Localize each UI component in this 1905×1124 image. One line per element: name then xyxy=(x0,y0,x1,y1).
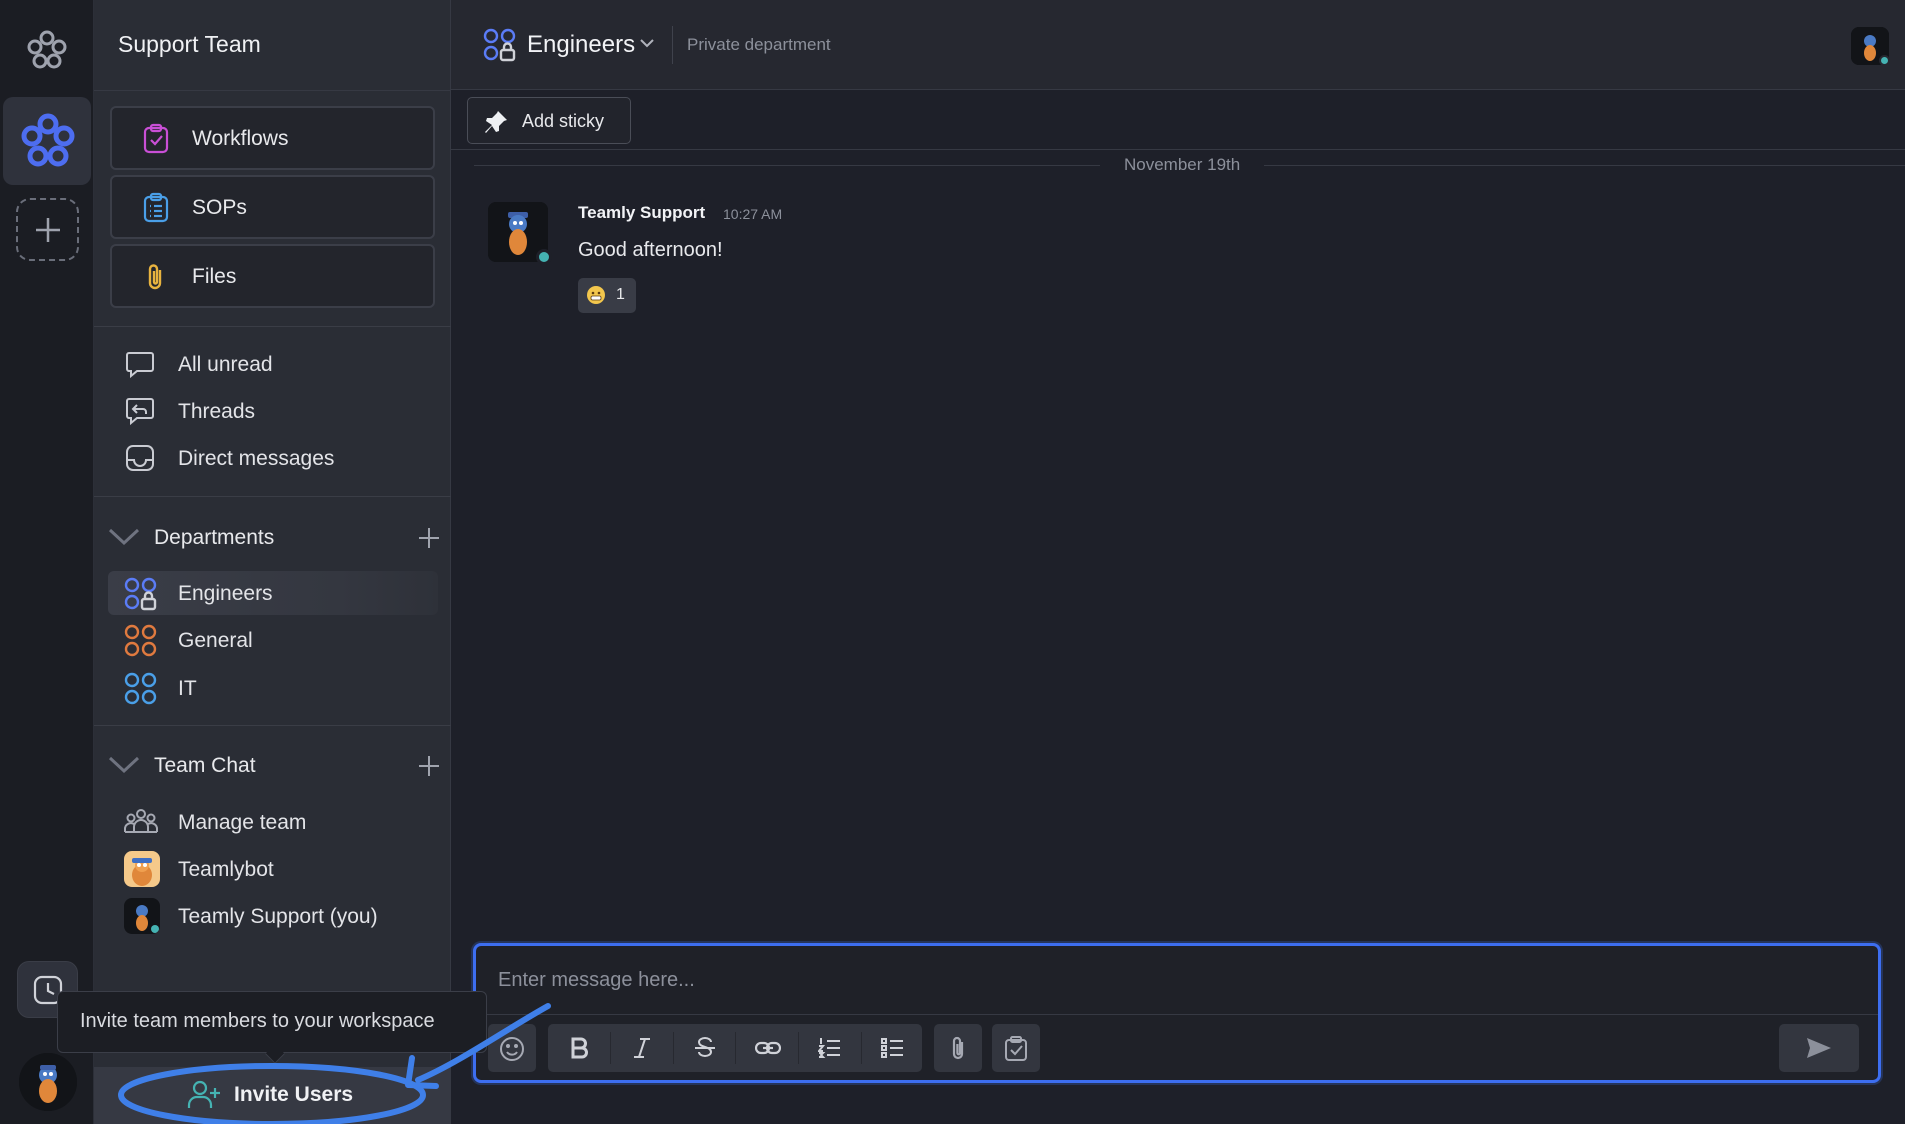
emoji-button[interactable] xyxy=(488,1024,536,1072)
link-button[interactable] xyxy=(736,1024,798,1072)
channel-visibility: Private department xyxy=(687,35,831,54)
user-avatar[interactable] xyxy=(19,1053,77,1111)
grimace-emoji-icon xyxy=(587,286,605,304)
send-button[interactable] xyxy=(1779,1024,1859,1072)
add-task-button[interactable] xyxy=(992,1024,1040,1072)
workflow-clipboard-icon xyxy=(140,123,172,155)
add-sticky-label: Add sticky xyxy=(522,111,605,131)
divider xyxy=(476,1014,1878,1015)
department-label: General xyxy=(178,629,253,652)
department-icon xyxy=(124,624,158,658)
teamly-logo-icon xyxy=(23,27,71,75)
message-text: Good afternoon! xyxy=(578,239,723,261)
teamly-support-avatar xyxy=(124,898,160,934)
files-button[interactable]: Files xyxy=(110,244,435,308)
sops-label: SOPs xyxy=(192,196,247,219)
team-chat-item-teamlybot[interactable]: Teamlybot xyxy=(108,847,438,891)
channel-header: Engineers Private department xyxy=(451,0,1905,90)
online-status-dot xyxy=(1879,55,1890,66)
teamlybot-avatar xyxy=(124,851,160,887)
workflows-label: Workflows xyxy=(192,127,289,150)
nav-direct-messages[interactable]: Direct messages xyxy=(108,436,438,480)
message-author[interactable]: Teamly Support xyxy=(578,203,705,223)
invite-tooltip-text: Invite team members to your workspace xyxy=(80,1010,435,1032)
strikethrough-button[interactable] xyxy=(674,1024,736,1072)
workspace-title: Support Team xyxy=(118,31,261,57)
workspace-switch-support-team[interactable] xyxy=(3,97,91,185)
add-user-icon xyxy=(187,1079,221,1111)
files-label: Files xyxy=(192,265,237,288)
sidebar: Support Team Workflows SOPs Files All un… xyxy=(94,0,451,1124)
add-department-icon[interactable] xyxy=(418,527,440,549)
divider xyxy=(94,90,451,91)
departments-label: Departments xyxy=(154,526,275,549)
formatting-toolbar xyxy=(548,1024,922,1072)
workspace-rail xyxy=(0,0,94,1124)
department-label: Engineers xyxy=(178,582,273,605)
divider xyxy=(94,725,451,726)
team-chat-label: Teamlybot xyxy=(178,858,274,881)
add-chat-icon[interactable] xyxy=(418,755,440,777)
department-item-general[interactable]: General xyxy=(108,618,438,662)
add-sticky-button[interactable]: Add sticky xyxy=(467,97,631,144)
pin-icon xyxy=(484,110,508,134)
departments-section-header[interactable]: Departments xyxy=(108,518,440,558)
italic-button[interactable] xyxy=(611,1024,673,1072)
nav-label: Direct messages xyxy=(178,447,335,470)
channel-name[interactable]: Engineers xyxy=(527,31,635,59)
team-chat-item-manage-team[interactable]: Manage team xyxy=(108,800,438,844)
message-input[interactable] xyxy=(476,946,1878,1014)
department-lock-icon xyxy=(483,28,517,62)
numbered-list-button[interactable] xyxy=(799,1024,861,1072)
team-chat-section-header[interactable]: Team Chat xyxy=(108,746,440,786)
nav-threads[interactable]: Threads xyxy=(108,389,438,433)
online-status-dot xyxy=(536,249,552,265)
add-workspace-button[interactable] xyxy=(16,198,79,261)
attach-file-button[interactable] xyxy=(934,1024,982,1072)
team-chat-item-teamly-support[interactable]: Teamly Support (you) xyxy=(108,894,438,938)
chevron-down-icon xyxy=(108,526,140,548)
department-lock-icon xyxy=(124,577,158,611)
nav-label: Threads xyxy=(178,400,256,423)
chevron-down-icon xyxy=(108,754,140,776)
reaction-chip[interactable]: 1 xyxy=(578,278,636,313)
team-chat-label: Teamly Support (you) xyxy=(178,905,378,928)
department-icon xyxy=(124,672,158,706)
message-timestamp: 10:27 AM xyxy=(723,206,783,222)
threads-reply-icon xyxy=(124,395,156,427)
sticky-bar: Add sticky xyxy=(451,90,1905,150)
department-item-it[interactable]: IT xyxy=(108,666,438,710)
chat-bubble-icon xyxy=(124,348,156,380)
divider xyxy=(94,326,451,327)
inbox-icon xyxy=(124,442,156,474)
department-item-engineers[interactable]: Engineers xyxy=(108,571,438,615)
nav-all-unread[interactable]: All unread xyxy=(108,342,438,386)
invite-users-label: Invite Users xyxy=(234,1083,354,1106)
team-people-icon xyxy=(124,806,158,838)
nav-label: All unread xyxy=(178,353,273,376)
divider xyxy=(94,496,451,497)
workflows-button[interactable]: Workflows xyxy=(110,106,435,170)
team-chat-label: Manage team xyxy=(178,811,307,834)
team-chat-label: Team Chat xyxy=(154,754,256,777)
sops-button[interactable]: SOPs xyxy=(110,175,435,239)
department-label: IT xyxy=(178,677,197,700)
bullet-list-button[interactable] xyxy=(862,1024,924,1072)
message-composer xyxy=(473,943,1881,1083)
sop-list-icon xyxy=(140,192,172,224)
paperclip-icon xyxy=(140,261,172,293)
divider xyxy=(672,26,673,64)
invite-tooltip: Invite team members to your workspace xyxy=(57,991,487,1064)
reaction-count: 1 xyxy=(616,286,625,303)
bold-button[interactable] xyxy=(548,1024,610,1072)
chevron-down-icon[interactable] xyxy=(639,38,655,48)
date-divider: November 19th xyxy=(1100,155,1265,175)
